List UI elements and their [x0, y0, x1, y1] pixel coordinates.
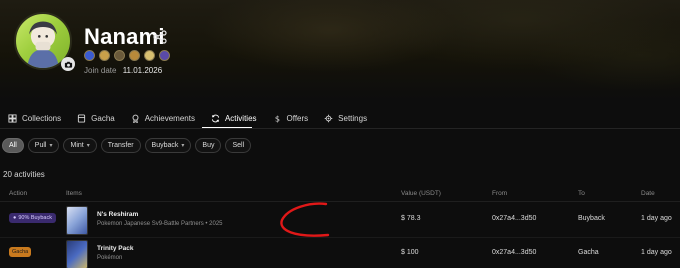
tab-label: Achievements [144, 113, 195, 123]
row-value: $ 78.3 [401, 215, 421, 222]
filter-mint[interactable]: Mint ▾ [63, 138, 97, 153]
header-items: Items [66, 190, 82, 197]
gacha-icon [78, 113, 86, 123]
filter-label: All [9, 142, 17, 149]
filter-sell[interactable]: Sell [225, 138, 252, 153]
header-divider [0, 201, 680, 202]
tab-offers[interactable]: $ Offers [265, 108, 317, 128]
tab-label: Gacha [91, 113, 115, 123]
tab-label: Settings [338, 113, 368, 123]
dollar-icon: $ [274, 114, 279, 123]
badge-icon[interactable] [159, 50, 170, 61]
activities-count: 20 activities [3, 170, 45, 179]
chevron-down-icon: ▾ [181, 143, 185, 149]
item-thumbnail[interactable] [66, 240, 88, 268]
table-row[interactable]: Gacha Trinity Pack Pokémon $ 100 0x27a4.… [0, 238, 680, 268]
row-to: Gacha [578, 249, 599, 256]
achievements-icon [132, 114, 139, 123]
badge-icon[interactable] [84, 50, 95, 61]
join-date-value: 11.01.2026 [122, 66, 163, 75]
camera-icon[interactable] [61, 57, 75, 71]
table-header: Action Items Value (USDT) From To Date [0, 190, 680, 200]
filter-all[interactable]: All [2, 138, 24, 153]
badge-icon[interactable] [114, 50, 125, 61]
header-action: Action [9, 190, 28, 197]
filter-pull[interactable]: Pull ▾ [27, 138, 60, 153]
profile-tabs: Collections Gacha Achievements Activitie… [0, 108, 680, 128]
tab-settings[interactable]: Settings [316, 108, 375, 128]
row-value: $ 100 [401, 249, 419, 256]
item-thumbnail[interactable] [66, 206, 88, 235]
action-label: Gacha [12, 249, 29, 255]
row-from[interactable]: 0x27a4...3d50 [492, 249, 536, 256]
action-badge: Gacha [9, 247, 32, 257]
row-date: 1 day ago [641, 249, 672, 256]
badge-icon[interactable] [99, 50, 110, 61]
row-date: 1 day ago [641, 215, 672, 222]
item-subtitle: Pokemon Japanese Sv9-Battle Partners • 2… [97, 221, 223, 227]
gear-icon [324, 114, 333, 122]
tab-label: Offers [286, 113, 309, 123]
table-row[interactable]: ● 90% Buyback N's Reshiram Pokemon Japan… [0, 204, 680, 236]
buyback-icon: ● [13, 215, 17, 221]
join-date-label: Join date [84, 66, 117, 75]
header-from: From [492, 190, 508, 197]
filter-label: Mint [70, 142, 84, 149]
item-subtitle: Pokémon [97, 255, 123, 261]
filter-label: Sell [232, 142, 245, 149]
chevron-down-icon: ▾ [49, 143, 53, 149]
header-value: Value (USDT) [401, 190, 441, 197]
action-label: 90% Buyback [18, 215, 52, 221]
chevron-down-icon: ▾ [86, 143, 90, 149]
item-name: N's Reshiram [97, 211, 139, 218]
tab-gacha[interactable]: Gacha [69, 108, 123, 128]
tab-achievements[interactable]: Achievements [123, 108, 203, 128]
action-badge: ● 90% Buyback [9, 213, 56, 223]
row-from[interactable]: 0x27a4...3d50 [492, 215, 536, 222]
svg-text:$: $ [274, 114, 279, 123]
filter-buyback[interactable]: Buyback ▾ [144, 138, 192, 153]
activity-filters: All Pull ▾ Mint ▾ Transfer Buyback ▾ Buy Se… [2, 138, 252, 153]
join-date-row: Join date 11.01.2026 [84, 66, 162, 75]
badge-icon[interactable] [144, 50, 155, 61]
tab-activities[interactable]: Activities [203, 108, 265, 128]
filter-buy[interactable]: Buy [195, 138, 222, 153]
filter-label: Buy [202, 142, 215, 149]
tab-label: Activities [224, 113, 257, 123]
badge-icon[interactable] [129, 50, 140, 61]
header-date: Date [641, 190, 655, 197]
activities-icon [211, 114, 220, 122]
tab-label: Collections [22, 113, 62, 123]
share-icon[interactable] [153, 30, 167, 44]
tab-collections[interactable]: Collections [0, 108, 69, 128]
active-tab-indicator [202, 127, 252, 128]
achievement-badges [84, 50, 170, 61]
filter-label: Pull [34, 142, 47, 149]
collections-icon [8, 113, 17, 123]
filter-label: Buyback [151, 142, 179, 149]
filter-transfer[interactable]: Transfer [100, 138, 141, 153]
header-to: To [578, 190, 585, 197]
row-to: Buyback [578, 215, 605, 222]
filter-label: Transfer [107, 142, 134, 149]
tabs-divider [0, 128, 680, 129]
item-name: Trinity Pack [97, 245, 134, 252]
